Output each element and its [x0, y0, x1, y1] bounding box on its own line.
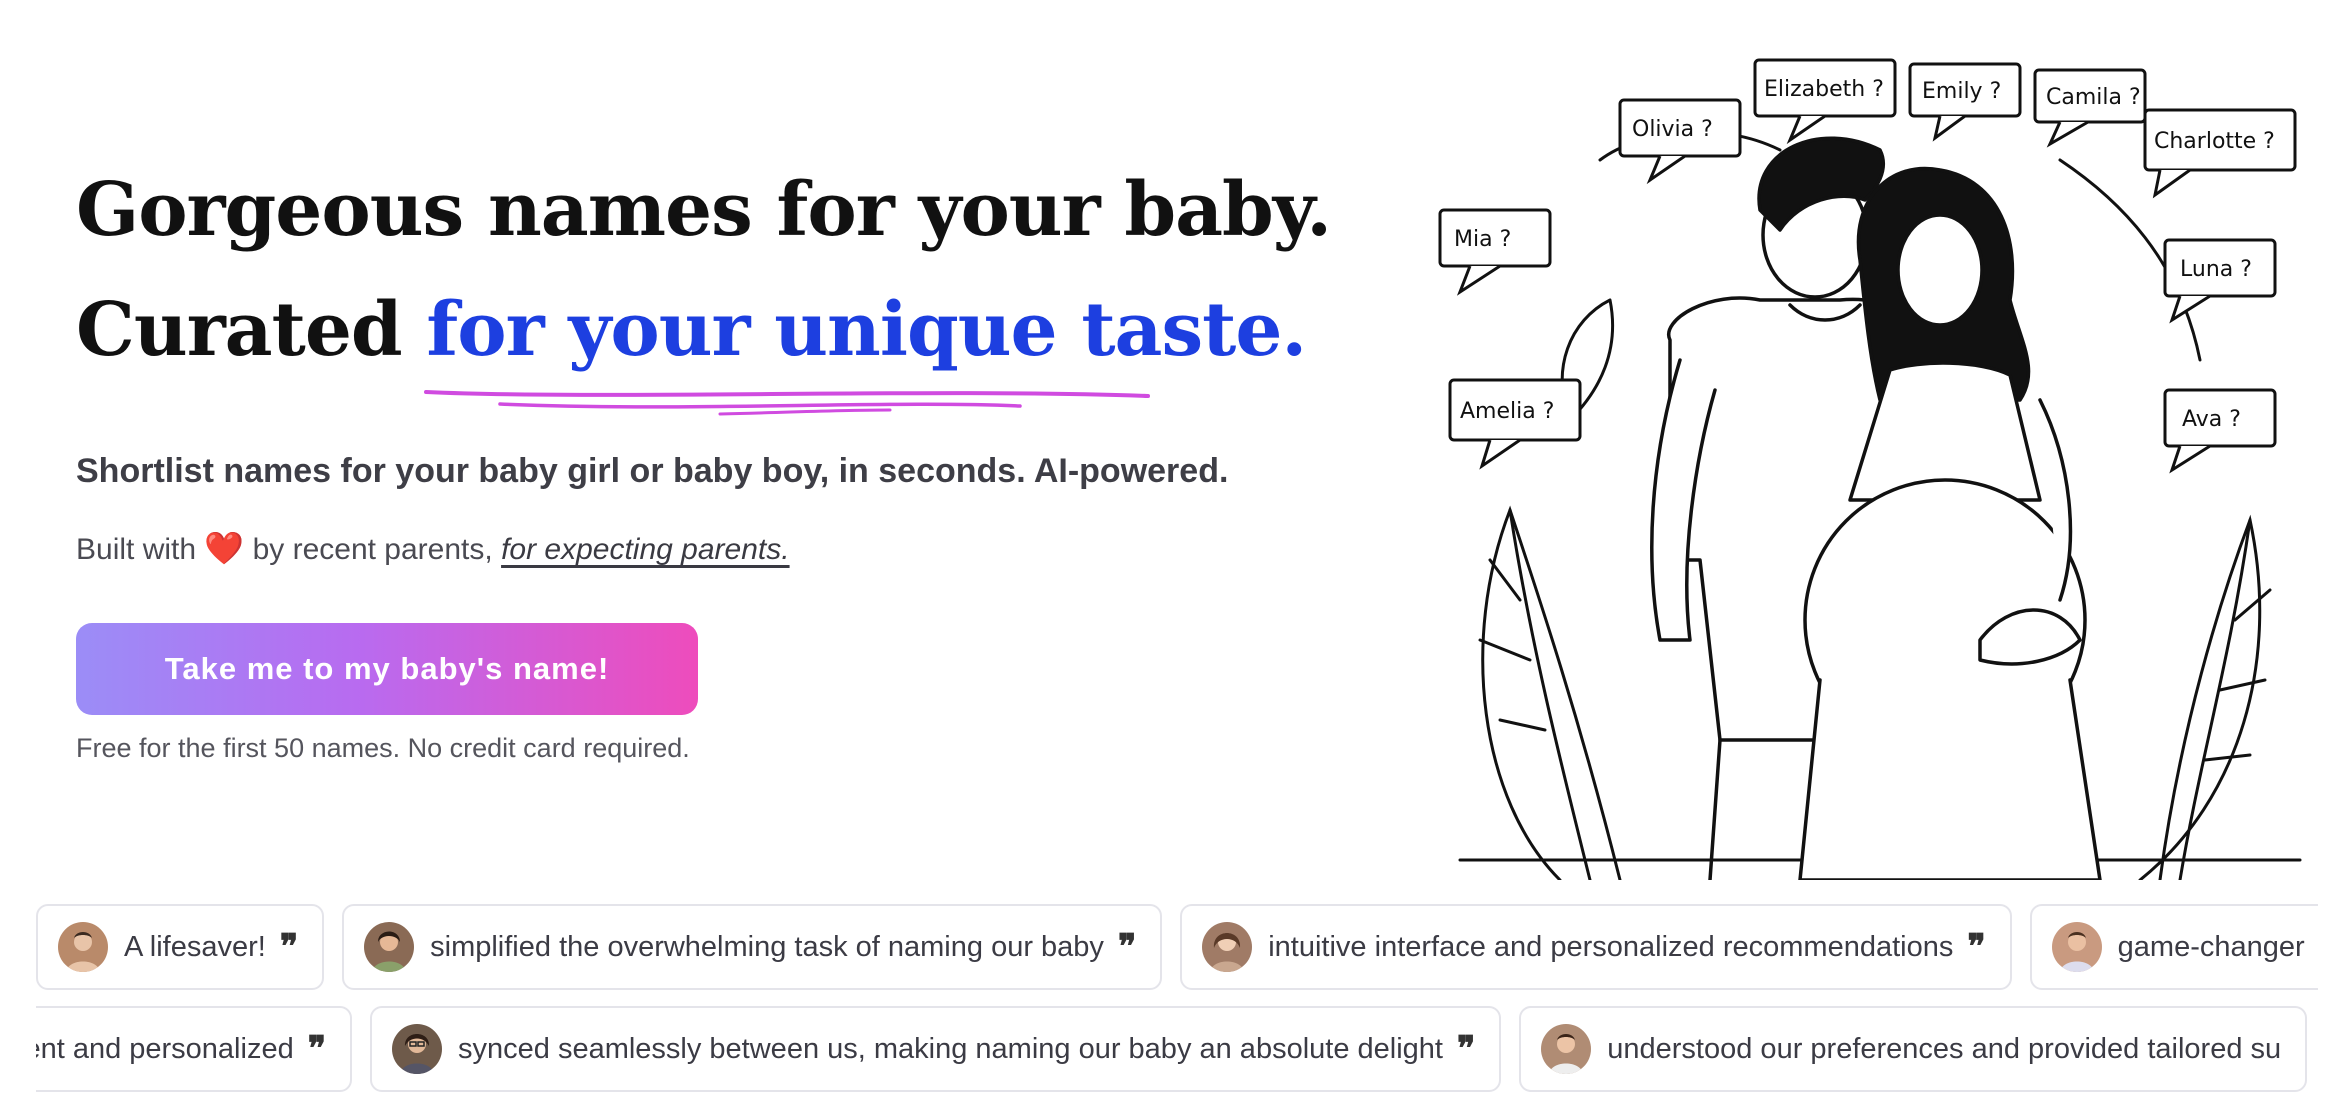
built-with-line: Built with ❤️ by recent parents, for exp…: [76, 529, 1376, 567]
headline-line-1: Gorgeous names for your baby.: [76, 167, 1332, 253]
avatar: [364, 922, 415, 972]
free-note: Free for the first 50 names. No credit c…: [76, 733, 690, 763]
headline-accent-text: for your unique taste.: [426, 287, 1307, 373]
hero-section: Gorgeous names for your baby. Curated fo…: [76, 150, 1376, 764]
quote-icon: ❞: [279, 927, 299, 967]
quote-icon: ❞: [1117, 927, 1137, 967]
testimonial-text: simplified the overwhelming task of nami…: [430, 930, 1104, 963]
avatar: [2051, 922, 2102, 972]
headline-accent: for your unique taste.: [424, 270, 1307, 416]
name-bubble: Emily ?: [1908, 62, 2022, 142]
testimonial-chip: game-changer ❞: [2029, 904, 2318, 990]
testimonial-text: synced seamlessly between us, making nam…: [458, 1032, 1443, 1065]
avatar: [1541, 1024, 1592, 1074]
name-bubble: Mia ?: [1438, 208, 1552, 296]
testimonial-chip: simplified the overwhelming task of nami…: [342, 904, 1163, 990]
quote-icon: ❞: [1456, 1029, 1476, 1069]
testimonial-chip: intuitive interface and personalized rec…: [1180, 904, 2012, 990]
built-prefix: Built with: [76, 533, 197, 566]
svg-text:Elizabeth ?: Elizabeth ?: [1764, 77, 1884, 102]
testimonial-text: intuitive interface and personalized rec…: [1268, 930, 1954, 963]
name-bubble: Luna ?: [2163, 238, 2277, 324]
testimonial-text: understood our preferences and provided …: [1607, 1032, 2282, 1065]
svg-text:Amelia ?: Amelia ?: [1460, 399, 1554, 424]
headline-prefix: Curated: [76, 287, 427, 373]
name-bubble: Elizabeth ?: [1753, 58, 1897, 145]
name-bubble: Ava ?: [2163, 388, 2277, 474]
svg-text:Mia ?: Mia ?: [1454, 227, 1511, 252]
name-bubble: Amelia ?: [1448, 378, 1582, 470]
testimonial-text: game-changer: [2117, 930, 2305, 963]
svg-text:Emily ?: Emily ?: [1922, 79, 2001, 104]
headline: Gorgeous names for your baby. Curated fo…: [76, 150, 1376, 416]
svg-text:Luna ?: Luna ?: [2180, 257, 2252, 282]
name-bubble: Olivia ?: [1618, 98, 1742, 185]
quote-icon: ❞: [1967, 927, 1986, 967]
avatar: [58, 922, 108, 972]
testimonials-track: A lifesaver! ❞ simplified the overwhelmi…: [36, 904, 2318, 990]
testimonial-chip: ient and personalized ❞: [36, 1006, 352, 1092]
testimonial-chip: A lifesaver! ❞: [36, 904, 325, 990]
testimonial-chip: synced seamlessly between us, making nam…: [370, 1006, 1502, 1092]
testimonials-track: ient and personalized ❞ synced seamlessl…: [36, 1006, 2308, 1092]
name-bubble: Camila ?: [2033, 68, 2147, 148]
subheading: Shortlist names for your baby girl or ba…: [76, 452, 1229, 490]
avatar: [392, 1024, 442, 1074]
scribble-underline-icon: [424, 390, 1151, 416]
quote-icon: ❞: [307, 1029, 326, 1069]
cta-button[interactable]: Take me to my baby's name!: [76, 623, 698, 715]
svg-text:Ava ?: Ava ?: [2182, 407, 2241, 432]
heart-icon: ❤️: [204, 530, 245, 566]
built-middle: by recent parents,: [252, 533, 493, 566]
expecting-parents-link[interactable]: for expecting parents.: [501, 533, 790, 566]
avatar: [1202, 922, 1253, 972]
testimonial-text: ient and personalized: [36, 1032, 294, 1065]
testimonials-row-1: A lifesaver! ❞ simplified the overwhelmi…: [36, 904, 2318, 992]
testimonial-chip: understood our preferences and provided …: [1519, 1006, 2308, 1092]
svg-text:Charlotte ?: Charlotte ?: [2154, 129, 2275, 154]
testimonials-row-2: ient and personalized ❞ synced seamlessl…: [36, 1006, 2318, 1094]
svg-text:Camila ?: Camila ?: [2046, 85, 2141, 110]
testimonial-text: A lifesaver!: [124, 930, 266, 963]
name-bubble: Charlotte ?: [2143, 108, 2297, 199]
couple-illustration: Olivia ? Elizabeth ? Emily ? Camila ? Ch…: [1438, 58, 2302, 880]
svg-text:Olivia ?: Olivia ?: [1632, 117, 1713, 142]
headline-line-2: Curated for your unique taste.: [76, 270, 1376, 416]
